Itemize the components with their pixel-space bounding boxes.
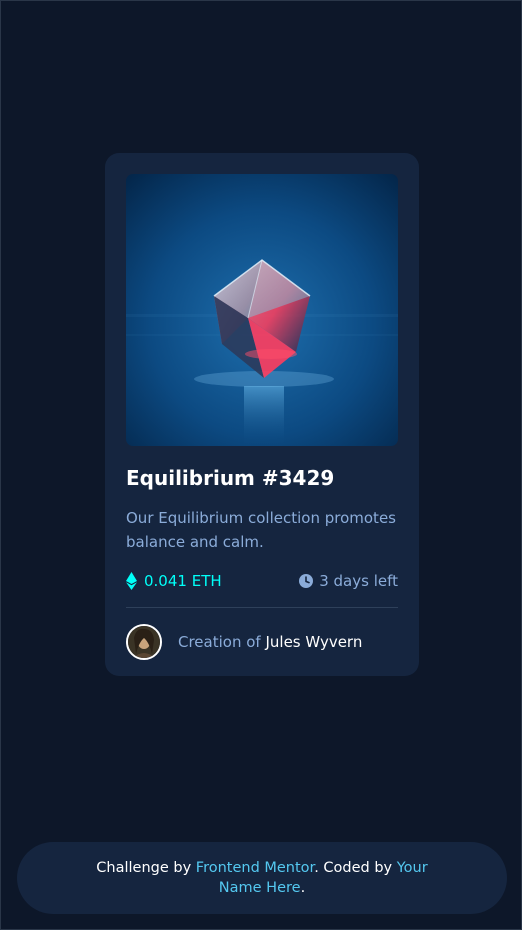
creator-prefix: Creation of bbox=[178, 633, 266, 651]
creator-text: Creation of Jules Wyvern bbox=[178, 633, 362, 651]
creator-row: Creation of Jules Wyvern bbox=[126, 624, 398, 660]
ethereum-icon bbox=[126, 572, 137, 590]
attribution-footer: Challenge by Frontend Mentor. Coded by Y… bbox=[17, 842, 507, 914]
attribution-middle: . Coded by bbox=[314, 860, 397, 876]
attribution-prefix: Challenge by bbox=[96, 860, 196, 876]
card-description: Our Equilibrium collection promotes bala… bbox=[126, 509, 396, 551]
clock-icon bbox=[299, 574, 314, 588]
card-meta: 0.041 ETH 3 days left bbox=[126, 569, 398, 593]
frontend-mentor-link[interactable]: Frontend Mentor bbox=[196, 860, 314, 876]
nft-card: Equilibrium #3429 Our Equilibrium collec… bbox=[105, 153, 419, 676]
divider bbox=[126, 607, 398, 608]
avatar bbox=[126, 624, 162, 660]
price-value: 0.041 ETH bbox=[144, 572, 222, 590]
time-left-value: 3 days left bbox=[319, 572, 398, 590]
creator-name-link[interactable]: Jules Wyvern bbox=[265, 633, 362, 651]
attribution-suffix: . bbox=[300, 880, 306, 896]
equilibrium-cube-image bbox=[126, 174, 398, 446]
price: 0.041 ETH bbox=[126, 572, 222, 590]
nft-image[interactable] bbox=[126, 174, 398, 446]
card-title[interactable]: Equilibrium #3429 bbox=[126, 463, 398, 493]
time-left: 3 days left bbox=[299, 572, 398, 590]
attribution-text: Challenge by Frontend Mentor. Coded by Y… bbox=[73, 858, 451, 898]
